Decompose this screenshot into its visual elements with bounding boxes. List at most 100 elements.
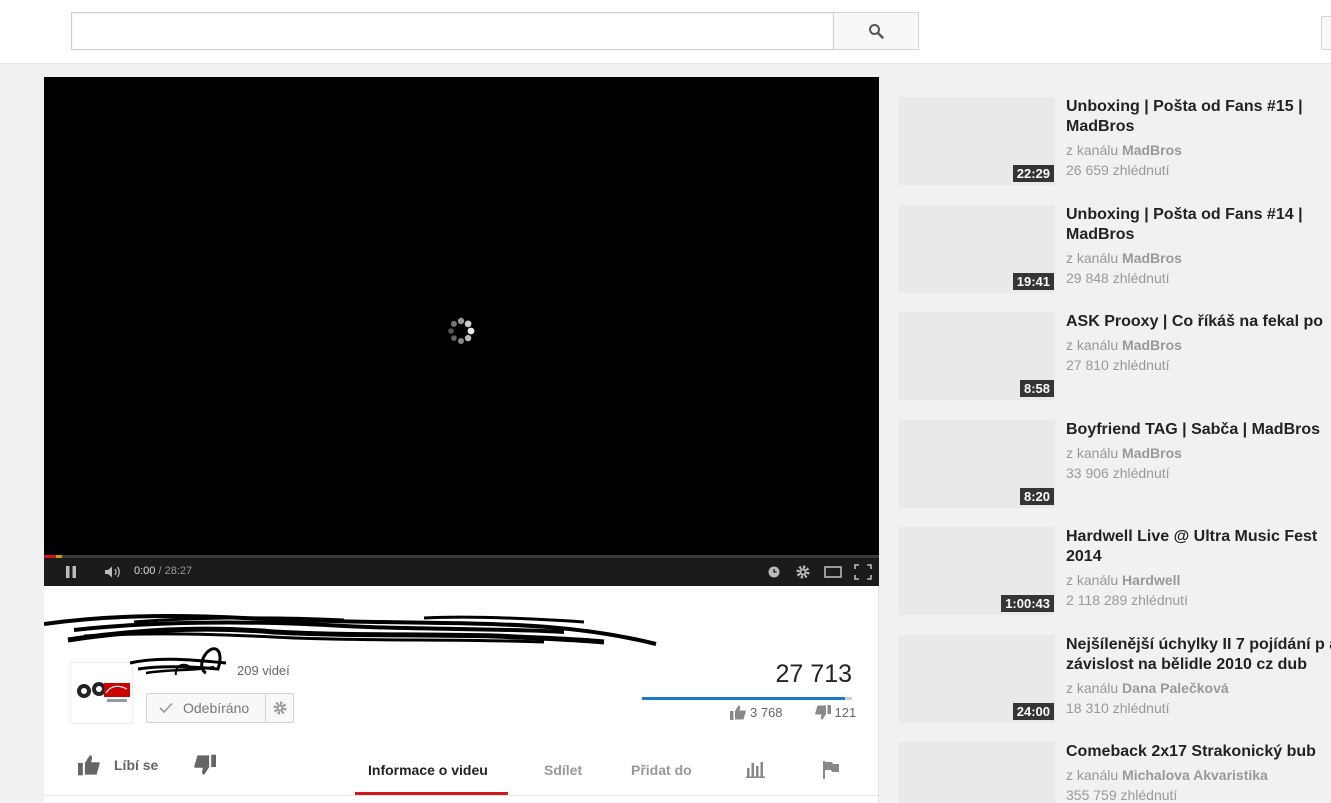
like-label: Líbí se [114, 757, 159, 773]
search-input[interactable] [71, 12, 834, 50]
search-icon [869, 24, 884, 39]
video-title[interactable]: Nejšílenější úchylky II 7 pojídání p a z… [1066, 635, 1331, 675]
tab-add-to[interactable]: Přidat do [631, 762, 692, 778]
time-display: 0:00 / 28:27 [134, 565, 192, 577]
channel-avatar[interactable] [70, 662, 133, 724]
channel-name: Dana Palečková [1122, 680, 1229, 696]
related-video-item[interactable]: 19:41 Unboxing | Pošta od Fans #14 | Mad… [899, 205, 1331, 293]
tab-about[interactable]: Informace o videu [368, 762, 488, 778]
channel-prefix: z kanálu [1066, 680, 1123, 696]
view-count: 27 713 [775, 660, 852, 688]
redacted-channel-name [129, 647, 227, 676]
channel-name: MadBros [1122, 142, 1182, 158]
video-channel: z kanálu MadBros [1066, 335, 1182, 355]
loading-spinner-icon [448, 317, 475, 344]
current-time: 0:00 [134, 565, 156, 577]
video-thumbnail[interactable]: 24:00 [899, 635, 1055, 723]
subscribed-button[interactable]: Odebíráno [146, 693, 266, 723]
video-thumbnail[interactable]: 22:29 [899, 97, 1055, 185]
video-views: 26 659 zhlédnutí [1066, 162, 1170, 178]
channel-prefix: z kanálu [1066, 572, 1123, 588]
video-title[interactable]: Boyfriend TAG | Sabča | MadBros [1066, 420, 1331, 440]
video-title[interactable]: Unboxing | Pošta od Fans #14 | MadBros [1066, 205, 1331, 245]
related-video-item[interactable]: 24:00 Nejšílenější úchylky II 7 pojídání… [899, 635, 1331, 723]
video-views: 18 310 zhlédnutí [1066, 700, 1170, 716]
video-views: 27 810 zhlédnutí [1066, 357, 1170, 373]
video-thumbnail[interactable]: 1:00:43 [899, 527, 1055, 615]
video-duration: 24:00 [1012, 703, 1054, 720]
related-video-item[interactable]: 1:00:43 Hardwell Live @ Ultra Music Fest… [899, 527, 1331, 615]
channel-prefix: z kanálu [1066, 142, 1123, 158]
channel-prefix: z kanálu [1066, 767, 1123, 783]
video-duration: 8:58 [1019, 380, 1054, 397]
statistics-icon [746, 762, 765, 778]
video-channel: z kanálu Michalova Akvaristika [1066, 765, 1268, 785]
channel-logo [71, 663, 132, 723]
dislike-button[interactable] [194, 754, 216, 781]
channel-name: MadBros [1122, 250, 1182, 266]
video-thumbnail[interactable] [899, 742, 1055, 803]
channel-prefix: z kanálu [1066, 250, 1123, 266]
masthead [0, 0, 1331, 64]
volume-button[interactable] [102, 558, 126, 586]
video-views: 29 848 zhlédnutí [1066, 270, 1170, 286]
channel-name: Hardwell [1122, 572, 1181, 588]
video-duration: 8:20 [1019, 488, 1054, 505]
video-views: 2 118 289 zhlédnutí [1066, 592, 1188, 608]
theater-mode-button[interactable] [822, 558, 844, 586]
gear-icon [273, 701, 286, 715]
video-channel: z kanálu MadBros [1066, 443, 1182, 463]
video-title[interactable]: ASK Prooxy | Co říkáš na fekal po [1066, 312, 1331, 332]
tab-report[interactable] [821, 760, 841, 783]
thumbs-up-icon [730, 705, 746, 720]
duration-time: 28:27 [164, 565, 193, 577]
video-thumbnail[interactable]: 8:20 [899, 420, 1055, 508]
video-channel: z kanálu MadBros [1066, 140, 1182, 160]
search-button[interactable] [833, 12, 919, 50]
tab-share[interactable]: Sdílet [544, 762, 582, 778]
like-ratio-bar [642, 697, 852, 700]
video-info-card: 209 videí Odebíráno 27 713 3 768 121 Líb… [44, 586, 879, 803]
theater-icon [824, 566, 842, 578]
video-views: 355 759 zhlédnutí [1066, 787, 1178, 803]
related-video-item[interactable]: Comeback 2x17 Strakonický bub z kanálu M… [899, 742, 1331, 803]
channel-video-count[interactable]: 209 videí [237, 663, 290, 678]
video-thumbnail[interactable]: 8:58 [899, 312, 1055, 400]
channel-name: Michalova Akvaristika [1122, 767, 1268, 783]
video-duration: 19:41 [1012, 273, 1054, 290]
active-tab-indicator [355, 792, 508, 795]
settings-button[interactable] [793, 558, 813, 586]
player-controls: 0:00 / 28:27 [44, 558, 879, 586]
video-player[interactable]: 0:00 / 28:27 [44, 77, 879, 586]
pause-button[interactable] [60, 558, 82, 586]
video-title[interactable]: Comeback 2x17 Strakonický bub [1066, 742, 1331, 762]
pause-icon [66, 566, 76, 578]
video-title[interactable]: Unboxing | Pošta od Fans #15 | MadBros [1066, 97, 1331, 137]
like-button[interactable]: Líbí se [78, 754, 158, 776]
like-ratio-fill [642, 697, 846, 700]
video-duration: 1:00:43 [1001, 595, 1054, 612]
subscribe-label: Odebíráno [183, 700, 250, 716]
watch-later-button[interactable] [766, 558, 782, 586]
video-views: 33 906 zhlédnutí [1066, 465, 1170, 481]
related-video-item[interactable]: 8:20 Boyfriend TAG | Sabča | MadBros z k… [899, 420, 1331, 508]
redacted-video-title [44, 614, 657, 646]
fullscreen-button[interactable] [852, 558, 874, 586]
time-separator: / [155, 565, 165, 577]
related-video-item[interactable]: 22:29 Unboxing | Pošta od Fans #15 | Mad… [899, 97, 1331, 185]
clock-icon [768, 566, 780, 578]
related-video-item[interactable]: 8:58 ASK Prooxy | Co říkáš na fekal po z… [899, 312, 1331, 400]
channel-name: MadBros [1122, 337, 1182, 353]
upload-button[interactable] [1321, 16, 1331, 50]
video-duration: 22:29 [1012, 165, 1054, 182]
dislike-count: 121 [834, 705, 857, 720]
video-channel: z kanálu Dana Palečková [1066, 678, 1229, 698]
video-title[interactable]: Hardwell Live @ Ultra Music Fest 2014 [1066, 527, 1331, 567]
tab-statistics[interactable] [746, 760, 766, 781]
subscription-settings-button[interactable] [266, 693, 294, 723]
video-thumbnail[interactable]: 19:41 [899, 205, 1055, 293]
thumbs-up-icon [78, 755, 100, 776]
video-channel: z kanálu MadBros [1066, 248, 1182, 268]
flag-icon [823, 761, 839, 779]
like-count: 3 768 [750, 705, 783, 720]
